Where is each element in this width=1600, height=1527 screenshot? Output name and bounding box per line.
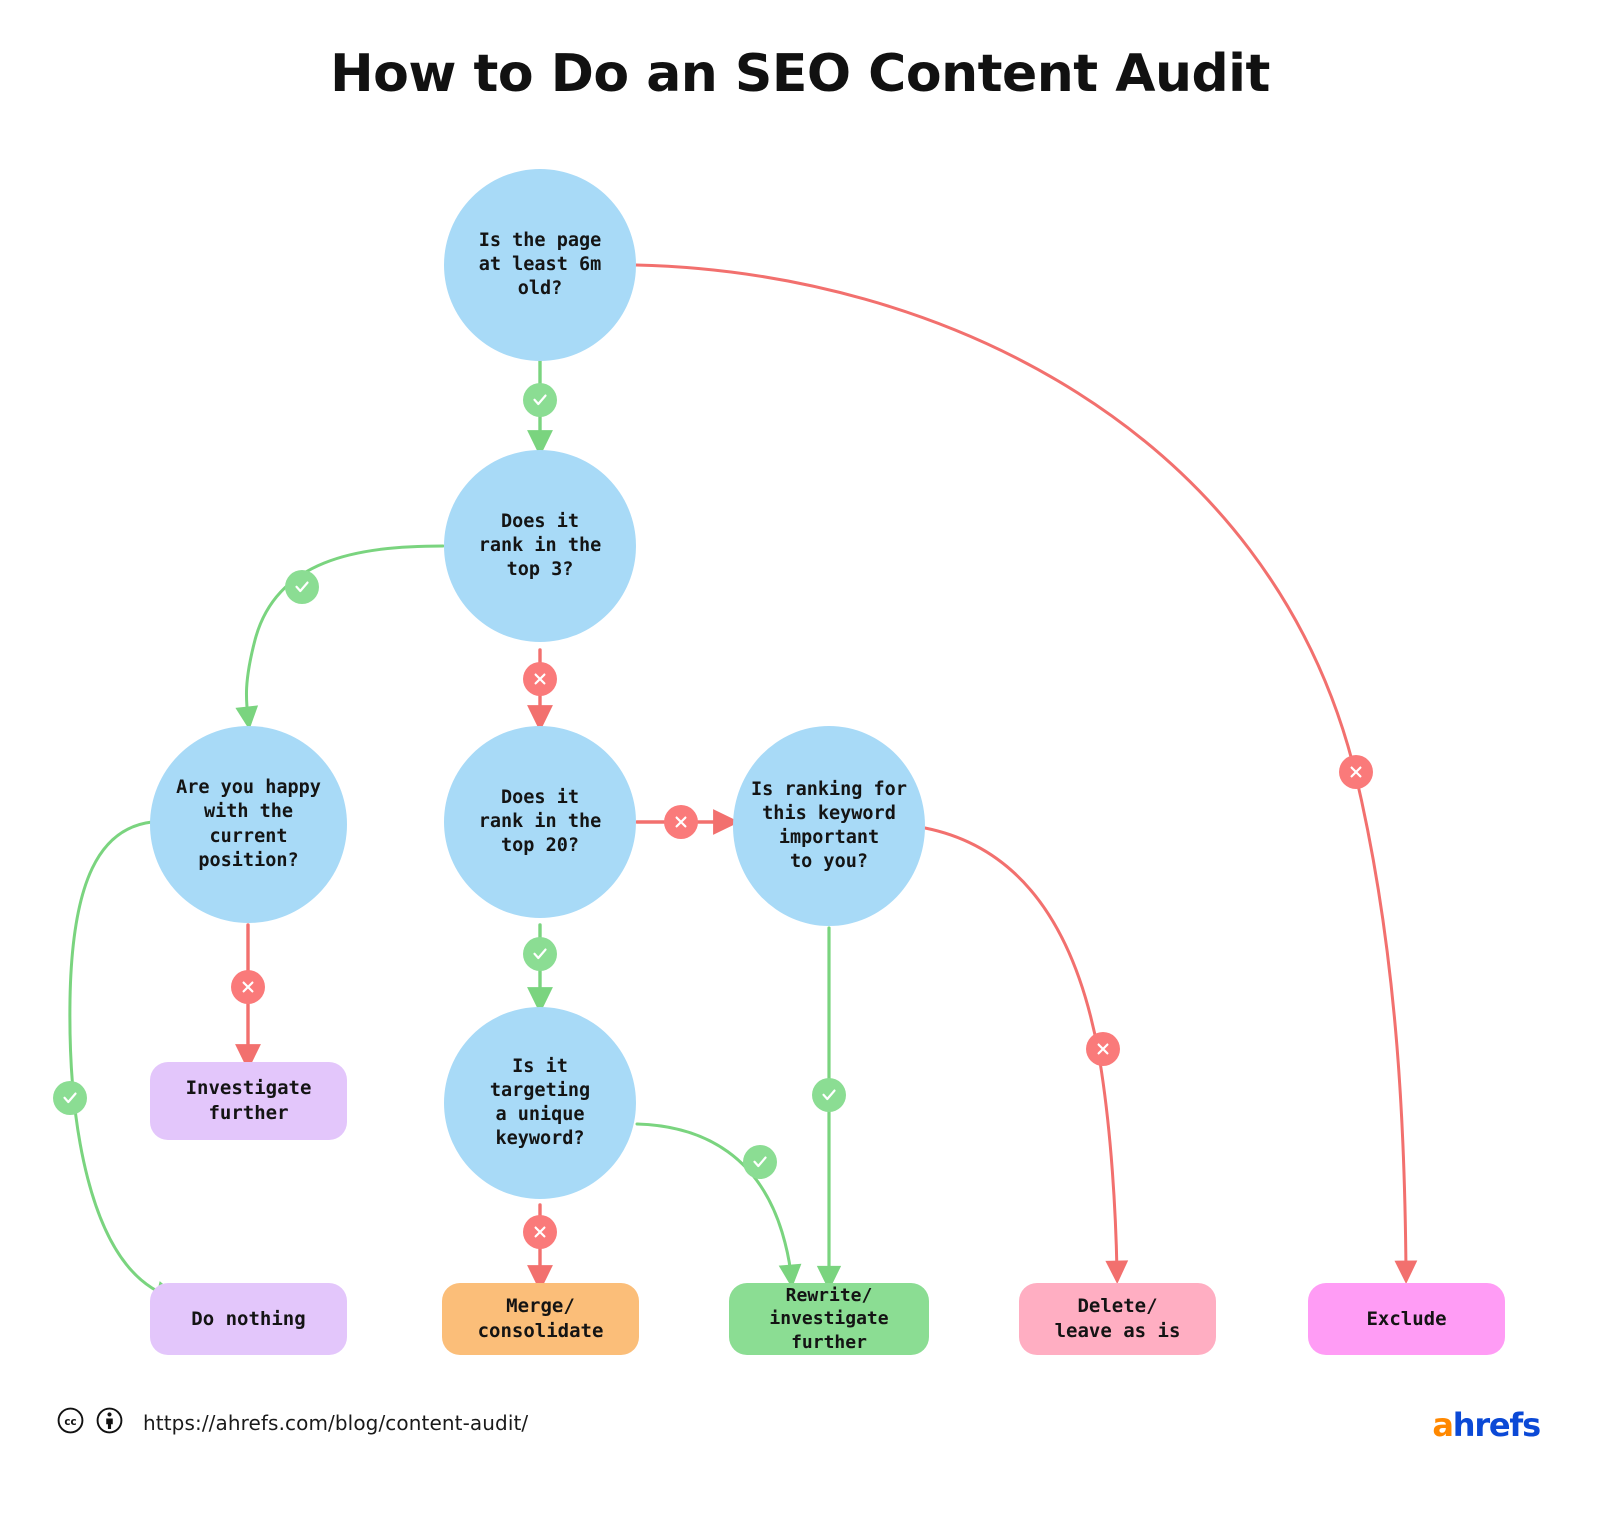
decision-node-happy-with-position[interactable]: Are you happy with the current position? bbox=[150, 726, 347, 923]
logo-a: a bbox=[1432, 1406, 1454, 1444]
badge-no-unique-merge bbox=[523, 1215, 557, 1249]
svg-text:cc: cc bbox=[64, 1416, 76, 1428]
source-url[interactable]: https://ahrefs.com/blog/content-audit/ bbox=[143, 1411, 528, 1435]
outcome-merge-consolidate[interactable]: Merge/ consolidate bbox=[442, 1283, 639, 1355]
decision-node-label: Does it rank in the top 3? bbox=[478, 510, 602, 581]
outcome-label: Delete/ leave as is bbox=[1054, 1295, 1181, 1342]
page-title: How to Do an SEO Content Audit bbox=[330, 44, 1270, 104]
badge-no-top20-important bbox=[664, 805, 698, 839]
badge-no-top3-top20 bbox=[523, 662, 557, 696]
decision-node-top3[interactable]: Does it rank in the top 3? bbox=[444, 450, 636, 642]
creative-commons-by-icon bbox=[96, 1407, 123, 1438]
badge-yes-unique-rewrite bbox=[743, 1145, 777, 1179]
badge-yes-age-top3 bbox=[523, 383, 557, 417]
decision-node-keyword-important[interactable]: Is ranking for this keyword important to… bbox=[733, 726, 925, 926]
logo-hrefs: hrefs bbox=[1452, 1406, 1541, 1444]
decision-node-label: Does it rank in the top 20? bbox=[478, 786, 602, 857]
outcome-label: Do nothing bbox=[191, 1307, 306, 1330]
decision-node-label: Is it targeting a unique keyword? bbox=[489, 1055, 591, 1150]
diagram-canvas: How to Do an SEO Content Audit Is the pa… bbox=[0, 0, 1600, 1527]
outcome-do-nothing[interactable]: Do nothing bbox=[150, 1283, 347, 1355]
decision-node-top20[interactable]: Does it rank in the top 20? bbox=[444, 726, 636, 918]
outcome-exclude[interactable]: Exclude bbox=[1308, 1283, 1505, 1355]
edge-top3-to-happy bbox=[235, 544, 445, 730]
decision-node-label: Is the page at least 6m old? bbox=[478, 229, 602, 300]
outcome-delete-leave-as-is[interactable]: Delete/ leave as is bbox=[1019, 1283, 1216, 1355]
badge-no-happy-investigate bbox=[231, 970, 265, 1004]
badge-yes-happy-donothing bbox=[53, 1081, 87, 1115]
outcome-label: Rewrite/ investigate further bbox=[769, 1284, 889, 1353]
outcome-label: Investigate further bbox=[185, 1077, 312, 1124]
decision-node-page-age[interactable]: Is the page at least 6m old? bbox=[444, 169, 636, 361]
decision-node-label: Are you happy with the current position? bbox=[176, 777, 321, 871]
badge-yes-top20-unique bbox=[523, 937, 557, 971]
outcome-label: Exclude bbox=[1366, 1307, 1447, 1330]
outcome-rewrite-investigate[interactable]: Rewrite/ investigate further bbox=[729, 1283, 929, 1355]
creative-commons-icon: cc bbox=[57, 1407, 84, 1438]
ahrefs-logo: ahrefs bbox=[1432, 1406, 1541, 1444]
decision-node-unique-keyword[interactable]: Is it targeting a unique keyword? bbox=[444, 1007, 636, 1199]
badge-no-age-exclude bbox=[1339, 755, 1373, 789]
footer-attribution: cc https://ahrefs.com/blog/content-audit… bbox=[57, 1407, 528, 1438]
badge-yes-top3-happy bbox=[285, 570, 319, 604]
edge-happy-to-donothing bbox=[68, 820, 180, 1304]
badge-yes-important-rewrite bbox=[812, 1078, 846, 1112]
outcome-investigate-further[interactable]: Investigate further bbox=[150, 1062, 347, 1140]
badge-no-important-delete bbox=[1086, 1032, 1120, 1066]
outcome-label: Merge/ consolidate bbox=[477, 1295, 604, 1342]
decision-node-label: Is ranking for this keyword important to… bbox=[751, 778, 907, 873]
